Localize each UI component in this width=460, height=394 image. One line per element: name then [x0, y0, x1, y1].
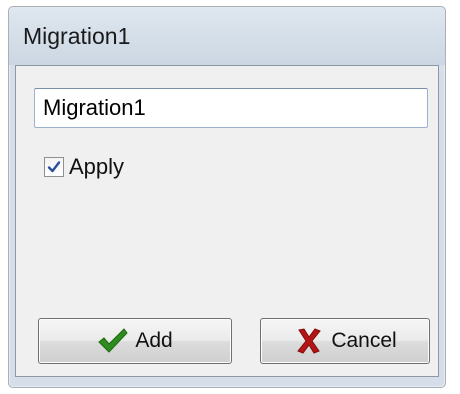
migration-name-input[interactable]	[34, 88, 428, 128]
checkmark-icon	[47, 161, 61, 173]
title-bar[interactable]: Migration1	[9, 7, 445, 65]
cancel-button-label: Cancel	[331, 329, 397, 352]
window-title: Migration1	[23, 23, 131, 49]
cancel-button[interactable]: Cancel	[260, 318, 430, 364]
apply-checkbox[interactable]	[44, 157, 64, 177]
apply-label: Apply	[69, 154, 125, 179]
checkmark-icon	[98, 328, 128, 353]
dialog-window: Migration1 Apply Add Cancel	[8, 6, 446, 388]
x-icon	[297, 328, 322, 354]
add-button-label: Add	[135, 329, 173, 352]
apply-checkbox-row[interactable]: Apply	[44, 154, 124, 180]
dialog-content: Apply Add Cancel	[15, 65, 439, 377]
add-button[interactable]: Add	[38, 318, 232, 364]
